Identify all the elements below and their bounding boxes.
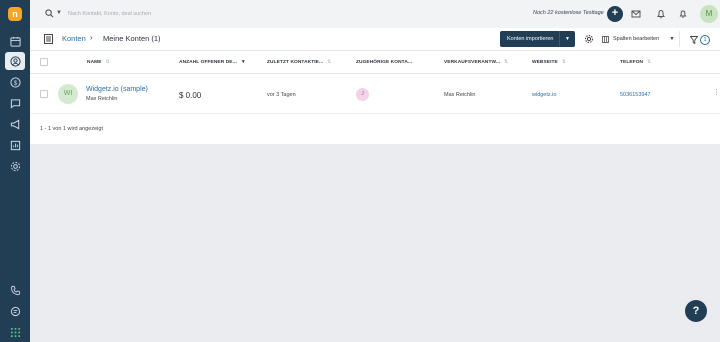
reports-icon[interactable]	[8, 138, 22, 152]
help-button[interactable]: ?	[685, 300, 707, 322]
breadcrumb-chevron-icon: ›	[90, 33, 93, 42]
gear-icon[interactable]	[584, 34, 594, 44]
import-dropdown-chevron-icon[interactable]: ▼	[559, 31, 575, 47]
row-checkbox[interactable]	[40, 90, 48, 98]
column-header-phone-label: TELEFON	[620, 60, 644, 65]
phone-icon[interactable]	[8, 283, 22, 297]
breadcrumb-konten[interactable]: Konten	[62, 34, 86, 43]
list-view-icon[interactable]	[44, 34, 53, 44]
trial-days-text: Noch 22 kostenlose Testtage	[533, 10, 604, 16]
import-accounts-label: Konten importieren	[507, 36, 554, 42]
contact-avatar-badge[interactable]: J	[356, 88, 369, 101]
open-deals-amount: $ 0.00	[179, 91, 202, 100]
pagination-count: 1 - 1 von 1 wird angezeigt	[40, 126, 103, 132]
filter-count-badge: 1	[700, 34, 710, 45]
calendar-icon[interactable]	[8, 34, 22, 48]
notification-icon[interactable]	[656, 9, 666, 19]
select-all-checkbox[interactable]	[40, 58, 48, 66]
chat-icon[interactable]	[8, 96, 22, 110]
support-chat-icon[interactable]	[8, 304, 22, 318]
edit-columns-button[interactable]: Spalten bearbeiten ▼	[602, 31, 680, 47]
search-input[interactable]	[68, 7, 228, 20]
quick-add-button[interactable]: +	[607, 6, 623, 22]
account-owner-sub: Max Reichlin	[86, 96, 118, 102]
column-header-website[interactable]: WEBSEITE ⇅	[532, 60, 566, 65]
column-header-name-label: NAME	[87, 60, 102, 65]
user-avatar[interactable]: M	[700, 5, 718, 23]
sort-icon[interactable]: ⇅	[504, 60, 508, 65]
column-header-last-contacted-label: ZULETZT KONTAKTIE...	[267, 60, 324, 65]
phone-link[interactable]: 5036153947	[620, 92, 651, 98]
column-header-open-deals-label: ANZAHL OFFENER DE...	[179, 60, 237, 65]
megaphone-icon[interactable]	[8, 117, 22, 131]
bell-icon[interactable]	[678, 9, 688, 19]
column-header-owner[interactable]: VERKAUFSVERANTW... ⇅	[444, 60, 508, 65]
sort-icon[interactable]: ⇅	[562, 60, 566, 65]
table-header: NAME ⇅ ANZAHL OFFENER DE... ▼ ZULETZT KONT…	[30, 51, 720, 74]
filter-button[interactable]: 1	[690, 33, 714, 46]
svg-text:$: $	[13, 79, 17, 86]
last-contacted-value: vor 3 Tagen	[267, 92, 296, 98]
toolbar: Konten › Meine Konten (1) Konten importi…	[30, 28, 720, 51]
settings-icon[interactable]	[8, 159, 22, 173]
table-row[interactable]: WI Widgetz.io (sample) Max Reichlin $ 0.…	[30, 74, 720, 114]
sidebar: n $	[0, 0, 30, 342]
columns-icon	[602, 35, 609, 43]
sort-icon[interactable]: ⇅	[327, 60, 331, 65]
accounts-table: NAME ⇅ ANZAHL OFFENER DE... ▼ ZULETZT KONT…	[30, 51, 720, 144]
import-accounts-button[interactable]: Konten importieren ▼	[500, 31, 575, 47]
mail-icon[interactable]	[631, 9, 641, 19]
row-more-options-icon[interactable]: ⋮	[713, 88, 720, 96]
account-avatar: WI	[58, 84, 78, 104]
sort-desc-icon[interactable]: ▼	[241, 60, 246, 65]
filter-icon	[690, 35, 698, 44]
contacts-icon[interactable]	[5, 52, 25, 70]
website-link[interactable]: widgetz.io	[532, 92, 556, 98]
account-name-link[interactable]: Widgetz.io (sample)	[86, 86, 148, 93]
column-header-last-contacted[interactable]: ZULETZT KONTAKTIE... ⇅	[267, 60, 331, 65]
search-scope-chevron-icon[interactable]: ▼	[56, 10, 62, 16]
dollar-icon[interactable]: $	[8, 75, 22, 89]
app-logo[interactable]: n	[8, 7, 22, 21]
column-header-owner-label: VERKAUFSVERANTW...	[444, 60, 501, 65]
column-header-website-label: WEBSEITE	[532, 60, 558, 65]
owner-value: Max Reichlin	[444, 92, 476, 98]
column-header-contacts-label: ZUGEHÖRIGE KONTA...	[356, 60, 413, 65]
columns-dropdown-chevron-icon[interactable]: ▼	[665, 36, 679, 42]
edit-columns-label: Spalten bearbeiten	[613, 36, 660, 42]
search-icon[interactable]	[45, 9, 54, 18]
top-bar: ▼ Noch 22 kostenlose Testtage + M	[30, 0, 720, 28]
sort-icon[interactable]: ⇅	[647, 60, 651, 65]
column-header-open-deals[interactable]: ANZAHL OFFENER DE... ▼	[179, 60, 246, 65]
column-header-phone[interactable]: TELEFON ⇅	[620, 60, 651, 65]
page-title: Meine Konten (1)	[103, 34, 161, 43]
sort-icon[interactable]: ⇅	[106, 60, 110, 65]
column-header-contacts[interactable]: ZUGEHÖRIGE KONTA...	[356, 60, 412, 65]
apps-grid-icon[interactable]	[8, 325, 22, 339]
column-header-name[interactable]: NAME ⇅	[87, 60, 110, 65]
